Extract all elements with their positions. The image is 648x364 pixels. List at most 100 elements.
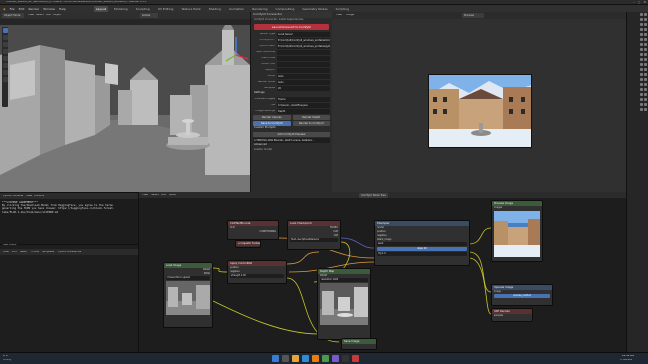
console-menu-view[interactable]: View — [26, 195, 32, 198]
menu-help[interactable]: Help — [59, 7, 66, 11]
render-mode-dropdown[interactable]: Auto — [277, 79, 330, 85]
node-strength-field[interactable]: strength 1.00 — [230, 274, 284, 278]
blender-app-icon[interactable] — [312, 355, 319, 362]
visibility-icon[interactable] — [640, 88, 643, 91]
main-node-field[interactable] — [277, 55, 330, 61]
text-editor[interactable]: Text Editor View Edit Select Format Temp… — [0, 244, 138, 352]
render-icon[interactable] — [644, 93, 647, 96]
visibility-icon[interactable] — [640, 103, 643, 106]
windows-start-icon[interactable] — [272, 355, 279, 362]
menu-edit[interactable]: Edit — [19, 7, 25, 11]
transform-tool-icon[interactable] — [2, 63, 8, 68]
image-editor-menu-view[interactable]: View — [336, 14, 342, 17]
visibility-icon[interactable] — [640, 13, 643, 16]
render-icon[interactable] — [644, 68, 647, 71]
image-editor-menu-image[interactable]: Image — [346, 14, 354, 17]
visibility-icon[interactable] — [640, 93, 643, 96]
python-console[interactable]: Python Console View Console ***LICENSE A… — [0, 192, 138, 244]
search-icon[interactable] — [282, 355, 289, 362]
visibility-icon[interactable] — [640, 58, 643, 61]
3d-viewport[interactable]: Object Mode View Select Add Object Globa… — [0, 12, 250, 192]
lipsync-field[interactable] — [277, 67, 330, 73]
measure-tool-icon[interactable] — [2, 77, 8, 82]
render-icon[interactable] — [644, 23, 647, 26]
visibility-icon[interactable] — [640, 63, 643, 66]
node-cfg-field[interactable]: cfg 1.0 — [377, 252, 467, 256]
render-icon[interactable] — [644, 28, 647, 31]
workspace-tab-texture-paint[interactable]: Texture Paint — [179, 6, 202, 12]
render-icon[interactable] — [644, 83, 647, 86]
node-load-image[interactable]: Load Image IMAGE MASK choose file to upl… — [163, 262, 213, 328]
node-ksampler[interactable]: KSampler model positive negative latent_… — [374, 220, 470, 266]
comfyui-path-field[interactable]: E:\ComfyUI\ComfyUI_windows_portable\Comf… — [277, 37, 330, 43]
text-editor-menu-python[interactable]: Python Preferences — [58, 251, 81, 253]
node-upscale-method-field[interactable]: upscale_method — [494, 294, 550, 298]
depth-dropdown[interactable]: Depth — [277, 108, 330, 114]
visibility-icon[interactable] — [640, 33, 643, 36]
render-icon[interactable] — [644, 63, 647, 66]
node-apply-controlnet[interactable]: Apply ControlNet positive negative stren… — [227, 260, 287, 284]
image-name-dropdown[interactable]: Preview — [462, 13, 484, 18]
audio-fold-field[interactable] — [277, 61, 330, 67]
node-vae-decode[interactable]: VAE Decode samples — [491, 308, 533, 322]
workspace-tab-uv-editing[interactable]: UV Editing — [156, 6, 176, 12]
render-icon[interactable] — [644, 73, 647, 76]
visibility-icon[interactable] — [640, 108, 643, 111]
viewport-menu-select[interactable]: Select — [36, 14, 44, 17]
render-icon[interactable] — [644, 58, 647, 61]
render-icon[interactable] — [644, 33, 647, 36]
workspace-tab-shading[interactable]: Shading — [207, 6, 223, 12]
workspace-tab-scripting[interactable]: Scripting — [334, 6, 351, 12]
render-canvas-button[interactable]: Render Canvas — [253, 114, 291, 120]
visibility-icon[interactable] — [640, 18, 643, 21]
rotate-tool-icon[interactable] — [2, 49, 8, 54]
text-editor-menu-view[interactable]: View — [3, 251, 9, 253]
viewport-menu-object[interactable]: Object — [53, 14, 61, 17]
workspace-tab-rendering[interactable]: Rendering — [250, 6, 269, 12]
workspace-tab-animation[interactable]: Animation — [227, 6, 246, 12]
scale-tool-icon[interactable] — [2, 56, 8, 61]
viewport-menu-add[interactable]: Add — [46, 14, 51, 17]
python-path-field[interactable]: E:\ComfyUI\ComfyUI_windows_portable\pyth… — [277, 43, 330, 49]
move-tool-icon[interactable] — [2, 42, 8, 47]
render-depth-button[interactable]: Render Depth — [292, 114, 330, 120]
save-to-comfyui-button[interactable]: Save to ComfyUI — [253, 120, 291, 126]
text-editor-menu-format[interactable]: Format — [31, 251, 39, 253]
visibility-icon[interactable] — [640, 98, 643, 101]
node-save-image[interactable]: Save Image — [341, 338, 377, 350]
workspace-tab-geometry-nodes[interactable]: Geometry Nodes — [300, 6, 329, 12]
workspace-tab-layout[interactable]: Layout — [93, 5, 109, 12]
visibility-icon[interactable] — [640, 83, 643, 86]
render-icon[interactable] — [644, 48, 647, 51]
node-editor[interactable]: View Select Add Node ComfyUI Node Tree L… — [138, 192, 626, 352]
visibility-icon[interactable] — [640, 43, 643, 46]
node-ckpt-name-field[interactable]: flux1-dev-fp8.safetensors — [290, 238, 338, 242]
samples-field[interactable]: 20 — [277, 85, 330, 91]
text-editor-menu-select[interactable]: Select — [20, 251, 27, 253]
node-resolution-field[interactable]: resolution 1024 — [320, 278, 368, 282]
node-depth-map[interactable]: Depth Map IMAGE resolution 1024 — [317, 268, 371, 340]
render-icon[interactable] — [644, 38, 647, 41]
visibility-icon[interactable] — [640, 28, 643, 31]
cursor-tool-icon[interactable] — [2, 35, 8, 40]
visibility-icon[interactable] — [640, 68, 643, 71]
render-to-comfyui-button[interactable]: Render to ComfyUI — [292, 120, 330, 126]
server-type-dropdown[interactable]: Local Server — [277, 31, 330, 37]
render-icon[interactable] — [644, 103, 647, 106]
text-editor-menu-templates[interactable]: Templates — [42, 251, 54, 253]
maximize-icon[interactable]: □ — [638, 1, 641, 4]
render-icon[interactable] — [644, 53, 647, 56]
visibility-icon[interactable] — [640, 23, 643, 26]
node-steps-field[interactable]: steps 20 — [377, 247, 467, 251]
render-icon[interactable] — [644, 88, 647, 91]
text-editor-menu-edit[interactable]: Edit — [12, 251, 17, 253]
visibility-icon[interactable] — [640, 73, 643, 76]
clock-time[interactable]: 10:52 AM — [622, 355, 634, 358]
blender-logo-icon[interactable]: ◉ — [3, 7, 6, 11]
mode-dropdown[interactable]: Object Mode — [2, 13, 24, 18]
transform-orientation-dropdown[interactable]: Global — [140, 13, 158, 18]
render-icon[interactable] — [644, 18, 647, 21]
visibility-icon[interactable] — [640, 48, 643, 51]
visibility-icon[interactable] — [640, 38, 643, 41]
edge-browser-icon[interactable] — [302, 355, 309, 362]
